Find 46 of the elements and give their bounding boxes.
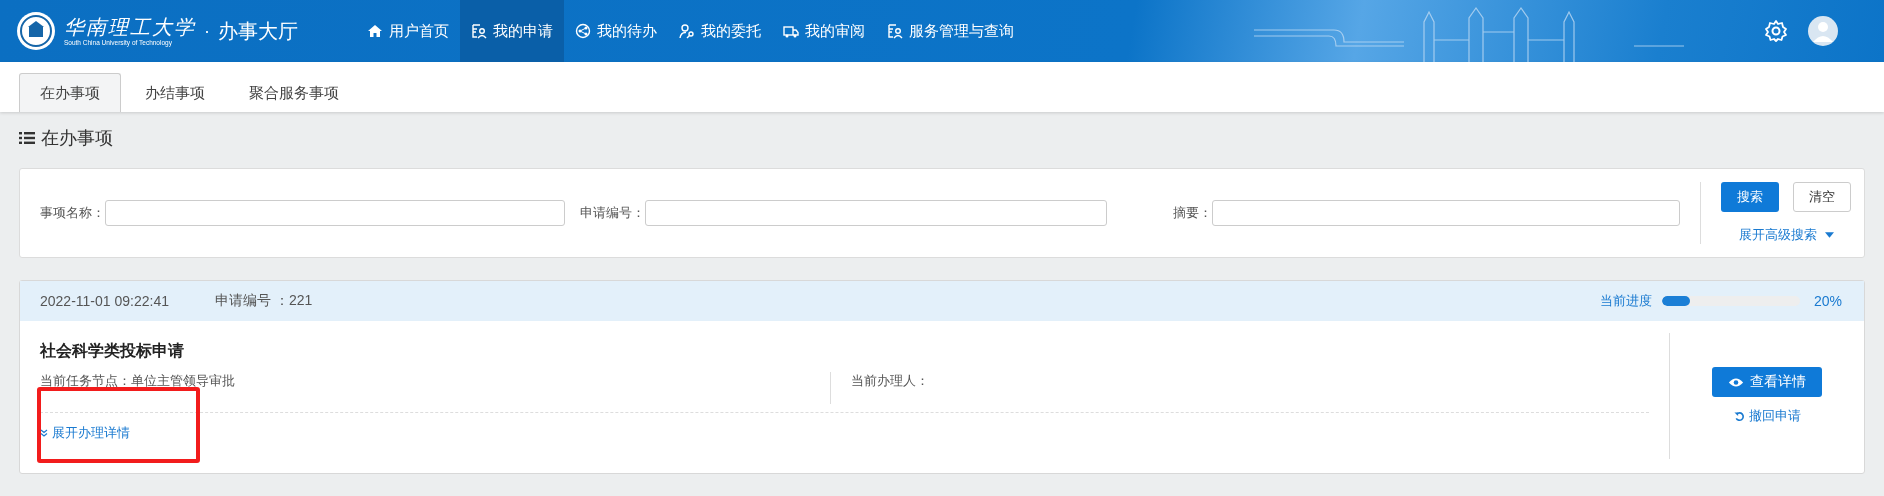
application-title: 社会科学类投标申请 [40, 341, 185, 361]
progress-label: 当前进度 [1599, 292, 1652, 310]
field-label: 事项名称： [40, 204, 105, 222]
submit-time: 2022-11-01 09:22:41 [40, 293, 170, 309]
field-label: 摘要： [1173, 204, 1212, 222]
section-title: 在办事项 [41, 127, 113, 150]
university-name: 华南理工大学 [64, 15, 196, 39]
search-button[interactable]: 搜索 [1721, 182, 1779, 212]
user-avatar[interactable] [1808, 16, 1838, 46]
list-icon [19, 131, 35, 145]
person-document-icon [887, 23, 903, 39]
application-number: 申请编号 ：221 [215, 292, 313, 310]
input-field[interactable] [105, 200, 565, 226]
current-handler: 当前办理人： [850, 372, 929, 390]
share-circle-icon [575, 23, 591, 39]
nav-item[interactable]: 用户首页 [356, 0, 460, 62]
field-label: 申请编号： [580, 204, 645, 222]
tab[interactable]: 办结事项 [125, 74, 225, 112]
nav-item[interactable]: 我的委托 [668, 0, 772, 62]
withdraw-link[interactable]: 撤回申请 [1733, 407, 1801, 425]
person-document-icon [471, 23, 487, 39]
nav-item[interactable]: 服务管理与查询 [876, 0, 1025, 62]
advanced-search-link[interactable]: 展开高级搜索 [1738, 226, 1834, 244]
expand-details-link[interactable]: 展开办理详情 [40, 424, 130, 442]
view-details-button[interactable]: 查看详情 [1712, 367, 1822, 397]
university-seal-icon [16, 11, 56, 51]
person-key-icon [679, 23, 695, 39]
tab[interactable]: 聚合服务事项 [229, 74, 359, 112]
undo-icon [1733, 410, 1745, 422]
nav-item[interactable]: 我的待办 [564, 0, 668, 62]
caret-icon [1824, 232, 1834, 238]
truck-icon [783, 23, 799, 39]
progress-percent: 20% [1813, 293, 1842, 309]
home-icon [367, 23, 383, 39]
eye-icon [1728, 376, 1744, 388]
clear-button[interactable]: 清空 [1793, 182, 1851, 212]
nav-item[interactable]: 我的审阅 [772, 0, 876, 62]
double-chevron-icon [40, 429, 48, 437]
app-title: 办事大厅 [218, 18, 298, 44]
settings-icon[interactable] [1764, 19, 1788, 43]
separator-dot: · [204, 20, 210, 42]
task-node: 当前任务节点：单位主管领导审批 [40, 372, 831, 404]
tab[interactable]: 在办事项 [19, 73, 121, 112]
input-field[interactable] [645, 200, 1107, 226]
input-field[interactable] [1212, 200, 1680, 226]
nav-item[interactable]: 我的申请 [460, 0, 564, 62]
